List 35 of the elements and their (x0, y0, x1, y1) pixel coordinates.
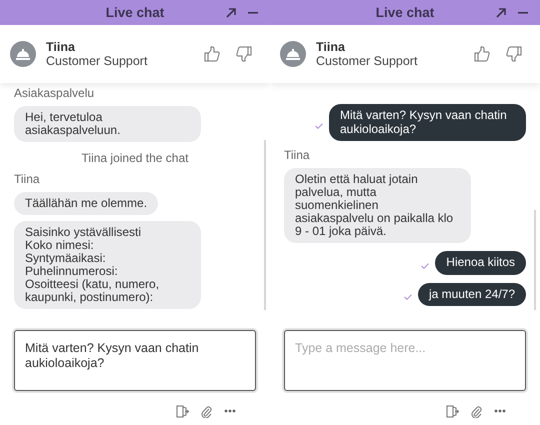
agent-role: Customer Support (316, 54, 418, 68)
message-input[interactable]: Type a message here... (284, 330, 526, 391)
agent-role: Customer Support (46, 54, 148, 68)
paperclip-icon[interactable] (471, 404, 482, 418)
agent-message: Täällähän me olemme. (14, 192, 158, 215)
thumbs-up-icon[interactable] (474, 46, 490, 62)
expand-icon[interactable] (496, 8, 506, 18)
avatar-icon (280, 41, 306, 67)
window-title: Live chat (106, 5, 164, 20)
window-title: Live chat (376, 5, 434, 20)
exit-icon[interactable] (446, 404, 459, 418)
message-input[interactable]: Mitä varten? Kysyn vaan chatin aukioloaikoja? (14, 330, 256, 391)
agent-message: Hei, tervetuloa asiakaspalveluun. (14, 106, 201, 142)
more-icon[interactable] (494, 409, 506, 413)
agent-name: Tiina (316, 40, 346, 54)
exit-icon[interactable] (176, 404, 189, 418)
minimize-icon[interactable] (518, 12, 528, 14)
agent-message: Saisinko ystävällisesti Koko nimesi: Syntymäaikasi: Puhelinnumerosi: Osoitteesi (katu, numero, kaupunki, postinumero): (14, 221, 201, 309)
visitor-message: ja muuten 24/7? (418, 282, 526, 306)
sender-name: Tiina (14, 173, 41, 186)
expand-icon[interactable] (226, 8, 236, 18)
avatar-icon (10, 41, 36, 67)
minimize-icon[interactable] (248, 12, 258, 14)
thumbs-up-icon[interactable] (204, 46, 220, 62)
agent-message: Oletin että haluat jotain palvelua, mutta suomenkielinen asiakaspalvelu on paikalla klo 9 - 01 joka päivä. (284, 168, 471, 243)
visitor-message: Hienoa kiitos (435, 251, 526, 274)
paperclip-icon[interactable] (201, 404, 212, 418)
sender-name: Asiakaspalvelu (14, 87, 96, 100)
thumbs-down-icon[interactable] (506, 46, 522, 62)
system-message: Tiina joined the chat (80, 152, 190, 165)
thumbs-down-icon[interactable] (236, 46, 252, 62)
visitor-message: Mitä varten? Kysyn vaan chatin aukioloaikoja? (329, 104, 526, 141)
more-icon[interactable] (224, 409, 236, 413)
sender-name: Tiina (284, 149, 311, 162)
agent-name: Tiina (46, 40, 76, 54)
